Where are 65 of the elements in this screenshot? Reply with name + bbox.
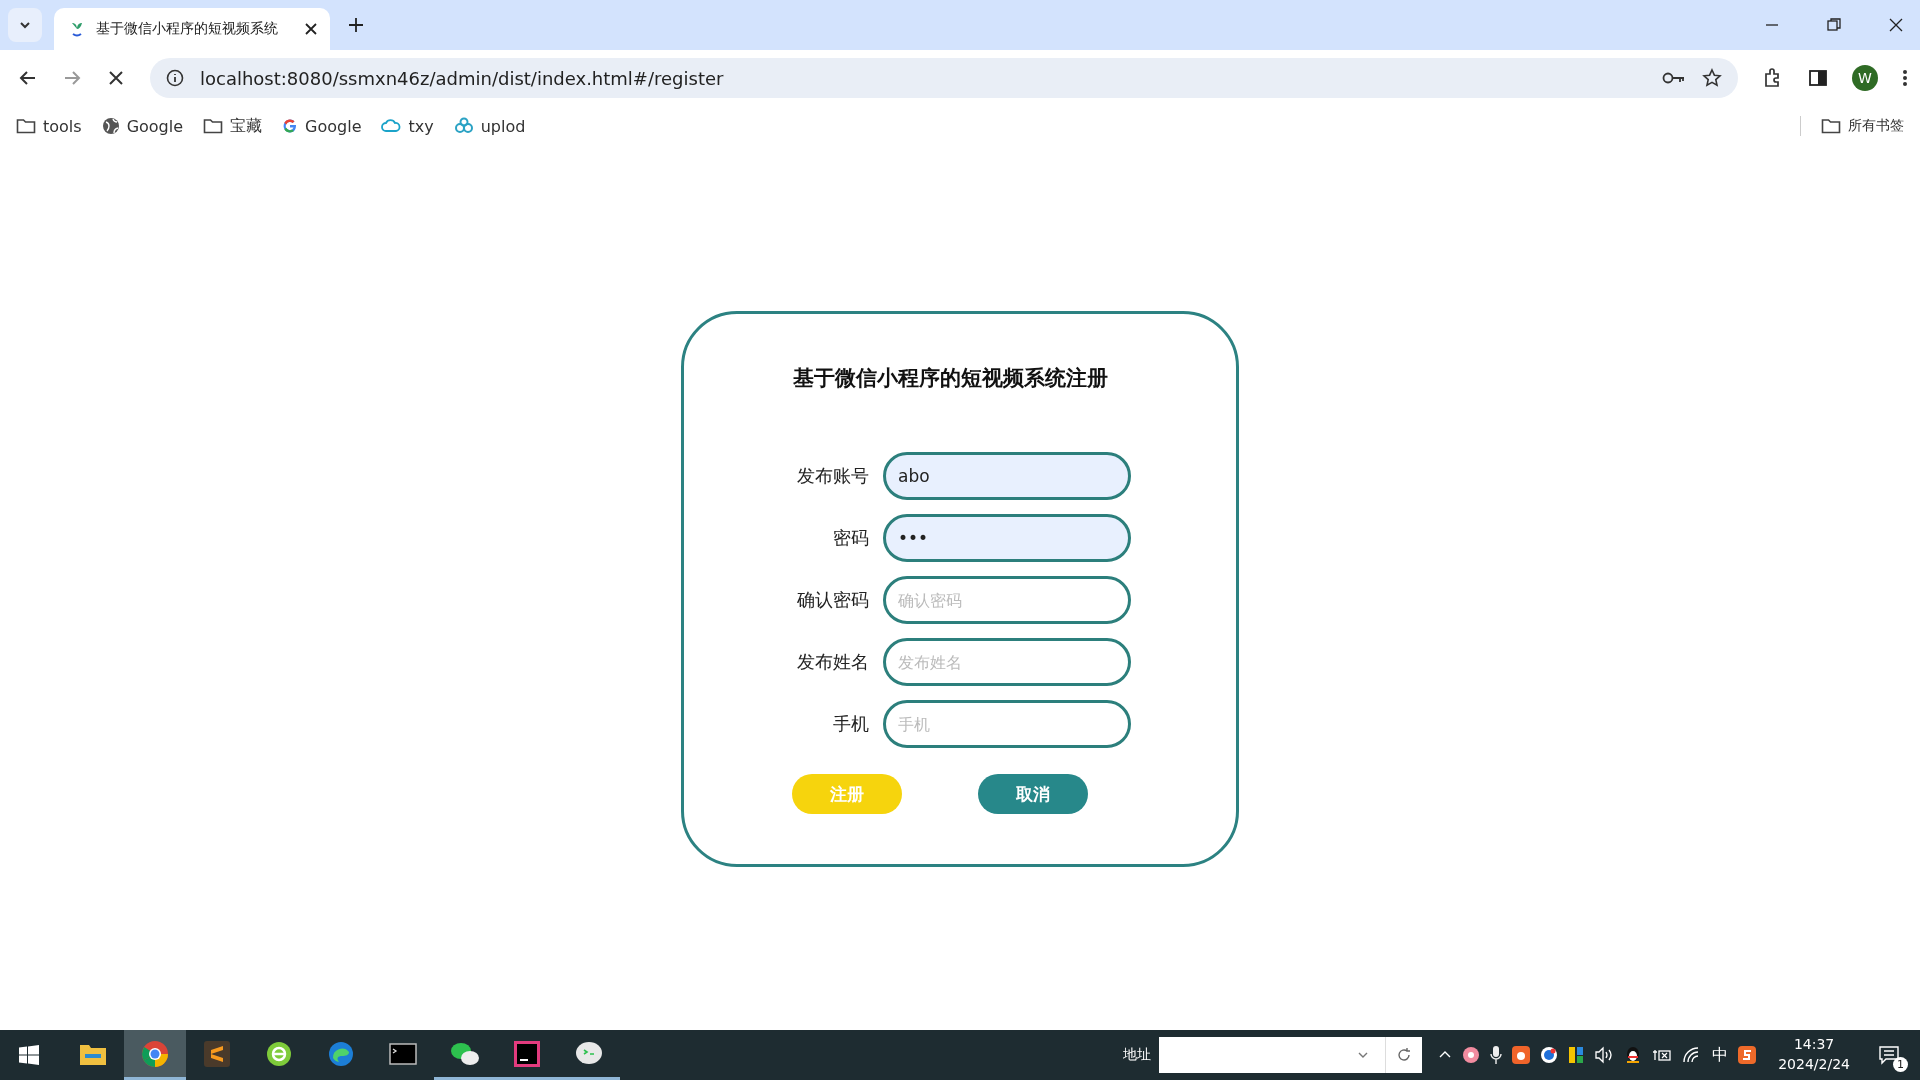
- address-bar[interactable]: localhost:8080/ssmxn46z/admin/dist/index.html#/register: [150, 58, 1738, 98]
- speech-bubble-icon: [575, 1040, 603, 1067]
- e-globe-icon: [266, 1040, 292, 1067]
- bookmark[interactable]: Google: [282, 116, 362, 136]
- bookmark[interactable]: uplod: [453, 116, 526, 136]
- s-logo-icon[interactable]: [1738, 1046, 1757, 1064]
- folder-icon: [1821, 118, 1841, 134]
- input-method-indicator[interactable]: 中: [1712, 1044, 1729, 1066]
- restore-icon[interactable]: [1826, 17, 1842, 33]
- side-panel-icon[interactable]: [1808, 68, 1828, 88]
- address-toolbar-label: 地址: [1123, 1046, 1152, 1064]
- chrome-icon: [141, 1039, 169, 1068]
- microphone-icon[interactable]: [1490, 1045, 1503, 1065]
- rings-icon: [453, 117, 474, 135]
- colored-blocks-icon[interactable]: [1568, 1046, 1585, 1064]
- all-bookmarks-button[interactable]: 所有书签: [1821, 117, 1904, 135]
- refresh-button[interactable]: [1385, 1037, 1423, 1073]
- input-field[interactable]: 手机: [883, 700, 1131, 748]
- field-label: 发布账号: [796, 464, 869, 488]
- g-logo-icon: [282, 118, 299, 134]
- refresh-icon: [1396, 1047, 1413, 1063]
- input-field[interactable]: 确认密码: [883, 576, 1131, 624]
- input-field[interactable]: •••: [883, 514, 1131, 562]
- ij-logo-icon: [514, 1040, 540, 1067]
- form-title: 基于微信小程序的短视频系统注册: [792, 365, 1108, 392]
- folder-icon: [203, 118, 224, 134]
- profile-avatar[interactable]: W: [1852, 65, 1878, 91]
- alarm-app-icon[interactable]: [1512, 1046, 1531, 1064]
- browser-app-icon[interactable]: [1540, 1046, 1559, 1064]
- speaker-icon[interactable]: [1594, 1046, 1615, 1064]
- field-label: 确认密码: [796, 588, 869, 612]
- more-icon[interactable]: [1902, 68, 1908, 88]
- field-label: 密码: [832, 526, 869, 550]
- bookmark[interactable]: txy: [381, 116, 434, 136]
- bookmark[interactable]: Google: [101, 116, 184, 136]
- windows-start-icon[interactable]: [18, 1044, 40, 1066]
- new-tab-icon[interactable]: [348, 17, 364, 33]
- cloud-icon: [381, 118, 402, 134]
- folder-icon: [16, 118, 36, 134]
- input-field[interactable]: abo: [883, 452, 1131, 500]
- close-window-icon[interactable]: [1888, 17, 1904, 33]
- star-icon[interactable]: [1702, 68, 1722, 88]
- field-label: 发布姓名: [796, 650, 869, 674]
- globe-icon: [101, 117, 120, 135]
- address-toolbar-field[interactable]: [1159, 1037, 1386, 1073]
- message-icon: [1878, 1045, 1900, 1065]
- cancel-button[interactable]: 取消: [978, 774, 1088, 814]
- clock-time[interactable]: 14:37: [1793, 1035, 1835, 1055]
- field-label: 手机: [832, 712, 869, 736]
- tab-title: 基于微信小程序的短视频系统: [96, 20, 279, 38]
- bookmark[interactable]: 宝藏: [203, 115, 263, 137]
- notification-count: 1: [1893, 1057, 1908, 1072]
- clock-date[interactable]: 2024/2/24: [1778, 1055, 1850, 1075]
- notification-button[interactable]: 1: [1872, 1038, 1906, 1072]
- s-logo-icon: [204, 1040, 230, 1067]
- url-text: localhost:8080/ssmxn46z/admin/dist/index.html#/register: [200, 67, 724, 89]
- bookmark[interactable]: tools: [16, 116, 82, 136]
- edge-icon: [328, 1040, 354, 1067]
- close-icon[interactable]: [304, 22, 318, 36]
- chat-bubbles-icon: [450, 1040, 480, 1067]
- flower-icon[interactable]: [1462, 1046, 1481, 1064]
- terminal-icon: [389, 1042, 417, 1065]
- info-icon: [166, 69, 184, 87]
- input-field[interactable]: 发布姓名: [883, 638, 1131, 686]
- browser-tab[interactable]: 基于微信小程序的短视频系统: [54, 8, 330, 50]
